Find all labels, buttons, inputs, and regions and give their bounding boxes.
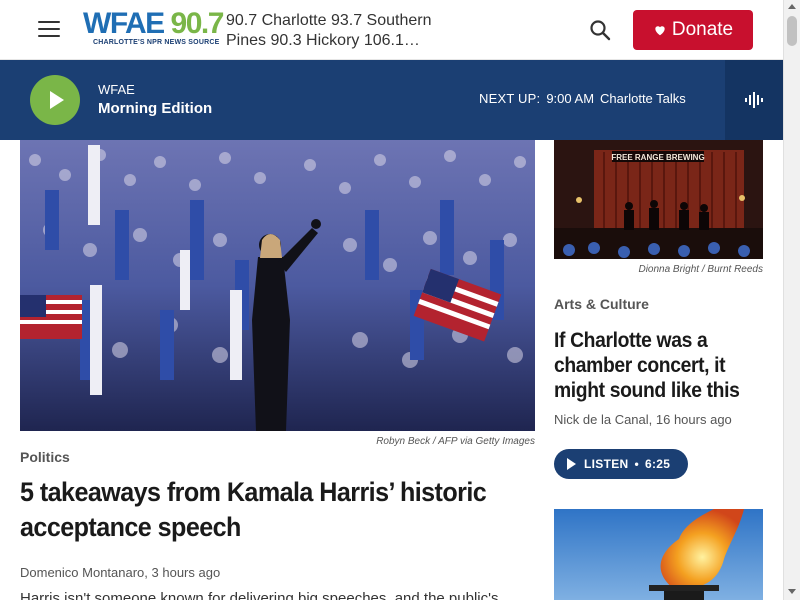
side-credit-name: Dionna Bright — [638, 264, 700, 275]
logo-frequency-text: 90.7 — [170, 7, 225, 40]
main-photo-credit: Robyn Beck / AFP via Getty Images — [20, 436, 535, 447]
venue-sign-text: FREE RANGE BREWING — [611, 153, 704, 162]
side-credit-source: Burnt Reeds — [707, 264, 763, 275]
next-up-label: NEXT UP: — [479, 91, 541, 106]
next-up-show: Charlotte Talks — [600, 91, 686, 106]
side-story-byline: Nick de la Canal, 16 hours ago — [554, 412, 732, 427]
listen-button[interactable]: LISTEN • 6:25 — [554, 449, 688, 479]
page-scrollbar[interactable] — [783, 0, 800, 600]
audio-waveform-icon[interactable] — [725, 60, 783, 140]
main-story-section-link[interactable]: Politics — [20, 449, 70, 465]
donate-button[interactable]: Donate — [633, 10, 753, 50]
next-story-photo[interactable] — [554, 509, 763, 600]
listen-label: LISTEN — [584, 457, 629, 471]
play-icon — [50, 91, 64, 109]
main-story-photo[interactable] — [20, 140, 535, 431]
player-station: WFAE — [98, 82, 135, 97]
main-credit-separator: / — [432, 436, 436, 447]
live-player-bar: WFAE Morning Edition NEXT UP: 9:00 AM Char… — [0, 60, 783, 140]
heart-icon — [655, 26, 665, 36]
crowd-image — [20, 140, 535, 431]
listen-duration: 6:25 — [644, 457, 671, 471]
concert-image: FREE RANGE BREWING — [554, 140, 763, 259]
side-story-section-link[interactable]: Arts & Culture — [554, 296, 649, 312]
scroll-thumb[interactable] — [787, 16, 797, 46]
logo-wfae-text: WFAE — [83, 7, 165, 40]
logo-tagline: CHARLOTTE'S NPR NEWS SOURCE — [93, 39, 220, 46]
flame-image — [554, 509, 763, 600]
side-story-headline[interactable]: If Charlotte was a chamber concert, it m… — [554, 328, 766, 403]
main-credit-name: Robyn Beck — [376, 436, 431, 447]
side-story-photo[interactable]: FREE RANGE BREWING — [554, 140, 763, 259]
search-icon[interactable] — [588, 18, 612, 42]
hamburger-menu-icon[interactable] — [38, 21, 60, 39]
station-list-line-2: Pines 90.3 Hickory 106.1… — [226, 32, 420, 49]
scroll-down-arrow-icon[interactable] — [788, 589, 796, 594]
main-credit-source: AFP via Getty Images — [438, 436, 535, 447]
station-list-line-1: 90.7 Charlotte 93.7 Southern — [226, 12, 432, 29]
side-credit-separator: / — [701, 264, 705, 275]
listen-separator-dot: • — [634, 457, 639, 471]
logo-wordmark: WFAE 90.7 — [83, 7, 224, 40]
wfae-logo[interactable]: WFAE 90.7 CHARLOTTE'S NPR NEWS SOURCE — [83, 7, 224, 54]
donate-label: Donate — [671, 19, 734, 40]
play-icon — [567, 458, 576, 470]
player-show-title: Morning Edition — [98, 100, 213, 117]
main-story-byline: Domenico Montanaro, 3 hours ago — [20, 565, 221, 580]
side-photo-credit: Dionna Bright / Burnt Reeds — [554, 264, 763, 275]
next-up[interactable]: NEXT UP: 9:00 AM Charlotte Talks — [479, 91, 686, 106]
main-story-headline[interactable]: 5 takeaways from Kamala Harris’ historic… — [20, 475, 504, 545]
station-list[interactable]: 90.7 Charlotte 93.7 Southern Pines 90.3 … — [226, 11, 436, 51]
next-up-time: 9:00 AM — [546, 91, 595, 106]
scroll-up-arrow-icon[interactable] — [788, 4, 796, 9]
main-story-teaser: Harris isn't someone known for deliverin… — [20, 590, 499, 600]
play-button[interactable] — [30, 75, 80, 125]
site-header: WFAE 90.7 CHARLOTTE'S NPR NEWS SOURCE 90… — [0, 0, 783, 60]
